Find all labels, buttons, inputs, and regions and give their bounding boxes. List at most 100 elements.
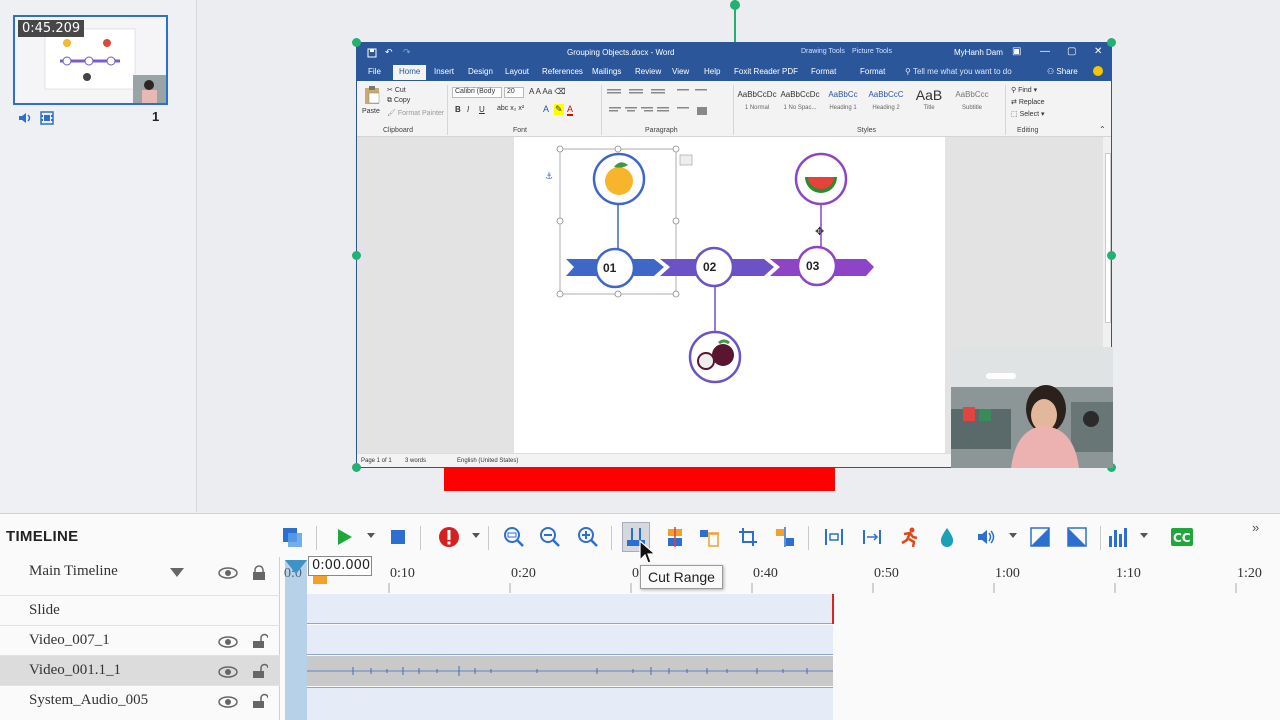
delete-range-button[interactable] [696,522,724,552]
resize-handle-ml[interactable] [352,251,361,260]
extend-frame-button[interactable] [858,522,886,552]
insert-slide-button[interactable] [278,522,306,552]
word-user-name: MyHanh Dam [954,48,1003,57]
eye-icon[interactable] [218,666,238,678]
tick-label: 1:00 [995,566,1020,581]
zoom-fit-button[interactable] [500,522,528,552]
expand-toolbar-icon[interactable]: » [1252,520,1259,535]
slide-clip[interactable] [307,594,833,624]
tab-layout: Layout [505,67,530,76]
slide-thumbnail[interactable]: 0:45.209 [13,15,168,105]
levels-dropdown-arrow[interactable] [1140,533,1148,538]
editing-group-label: Editing [1017,127,1039,134]
timeline-title: TIMELINE [6,528,79,545]
resize-handle-tl[interactable] [352,38,361,47]
styles-group-label: Styles [857,127,877,134]
tick-label: 0:20 [511,566,536,581]
track-row-video-001[interactable]: Video_001.1_1 [0,655,280,685]
style-name: Heading 2 [872,105,900,111]
record-dropdown-arrow[interactable] [472,533,480,538]
style-sample: AaBbCcc [955,90,989,99]
video-001-clip[interactable] [307,656,833,686]
replace-item: ⇄ Replace [1011,99,1045,106]
unlock-icon[interactable] [252,633,268,649]
fade-out-icon [1067,527,1087,547]
track-row-slide[interactable]: Slide [0,595,280,625]
color-button[interactable] [933,522,961,552]
zoom-out-button[interactable] [536,522,564,552]
svg-text:⚓: ⚓ [545,172,553,182]
select-label: Select [1019,111,1040,118]
duration-button[interactable] [895,522,923,552]
film-icon[interactable] [39,110,55,131]
play-icon [338,529,352,545]
minimize-icon: — [1040,46,1050,57]
collapse-arrow-icon[interactable] [170,568,184,578]
stop-button[interactable] [384,522,412,552]
font-name-box: Calibri (Body [452,87,502,98]
paragraph-group-label: Paragraph [645,127,678,134]
insert-marker-button[interactable] [661,522,689,552]
word-ribbon-tabs: File Home Insert Design Layout Reference… [357,63,1111,81]
rotation-handle[interactable] [730,0,740,10]
red-annotation-bar[interactable] [444,467,835,491]
playhead[interactable] [285,560,307,720]
expand-frame-icon [825,529,843,545]
track-name: Slide [29,602,60,618]
unlock-icon[interactable] [252,663,268,679]
slide-duration: 0:45.209 [18,20,85,37]
audio-levels-button[interactable] [1104,522,1132,552]
system-audio-clip[interactable] [307,687,833,720]
unlock-icon[interactable] [252,693,268,709]
tab-help: Help [704,67,721,76]
play-dropdown-arrow[interactable] [367,533,375,538]
audio-dropdown-arrow[interactable] [1009,533,1017,538]
svg-text:✥: ✥ [815,225,824,238]
record-button[interactable] [435,522,463,552]
audio-button[interactable] [972,522,1000,552]
step-02-label: 02 [703,260,717,274]
fade-in-button[interactable] [1026,522,1054,552]
play-button[interactable] [330,522,358,552]
end-marker[interactable] [832,594,834,624]
trash-icon [700,530,719,547]
video-007-clip[interactable] [307,625,833,655]
resize-handle-bl[interactable] [352,463,361,472]
playhead-handle[interactable] [285,560,307,574]
zoom-in-button[interactable] [574,522,602,552]
split-button[interactable] [771,522,799,552]
tell-me-text: Tell me what you want to do [912,67,1012,76]
step-03-label: 03 [806,259,820,273]
track-row-video-007[interactable]: Video_007_1 [0,625,280,655]
cut-label: Cut [394,87,406,94]
cc-icon: CC [1171,528,1193,546]
main-timeline-row[interactable]: Main Timeline [0,557,280,587]
word-count: 3 words [405,458,427,464]
cut-range-tooltip: Cut Range [640,565,723,589]
font-grow-icons: A A Aa ⌫ [529,87,566,96]
tab-insert: Insert [434,67,455,76]
eye-icon[interactable] [218,636,238,648]
stop-icon [391,530,405,544]
paste-icon [365,86,380,104]
eye-icon[interactable] [218,567,238,579]
range-start-marker[interactable] [313,576,327,584]
resize-handle-mr[interactable] [1107,251,1116,260]
speaker-icon[interactable] [17,110,33,131]
resize-handle-tr[interactable] [1107,38,1116,47]
expand-frame-button[interactable] [820,522,848,552]
smiley-icon [1093,66,1103,76]
word-ribbon: Paste ✂ Cut ⧉ Copy 🖌 Format Painter Clip… [357,81,1111,137]
crop-button[interactable] [734,522,762,552]
fade-out-button[interactable] [1063,522,1091,552]
cut-item: ✂ Cut [387,87,406,94]
tab-file: File [368,67,381,76]
track-row-system-audio[interactable]: System_Audio_005 [0,685,280,715]
time-ruler[interactable]: 0:0 0:10 0:20 0:30 0:40 0:50 1:00 1:10 1… [282,557,1280,593]
underline-icon: U [479,105,485,114]
lock-icon[interactable] [252,565,266,581]
closed-captions-button[interactable]: CC [1168,522,1196,552]
style-sample: AaB [915,87,943,103]
webcam-video[interactable] [951,347,1113,468]
eye-icon[interactable] [218,696,238,708]
